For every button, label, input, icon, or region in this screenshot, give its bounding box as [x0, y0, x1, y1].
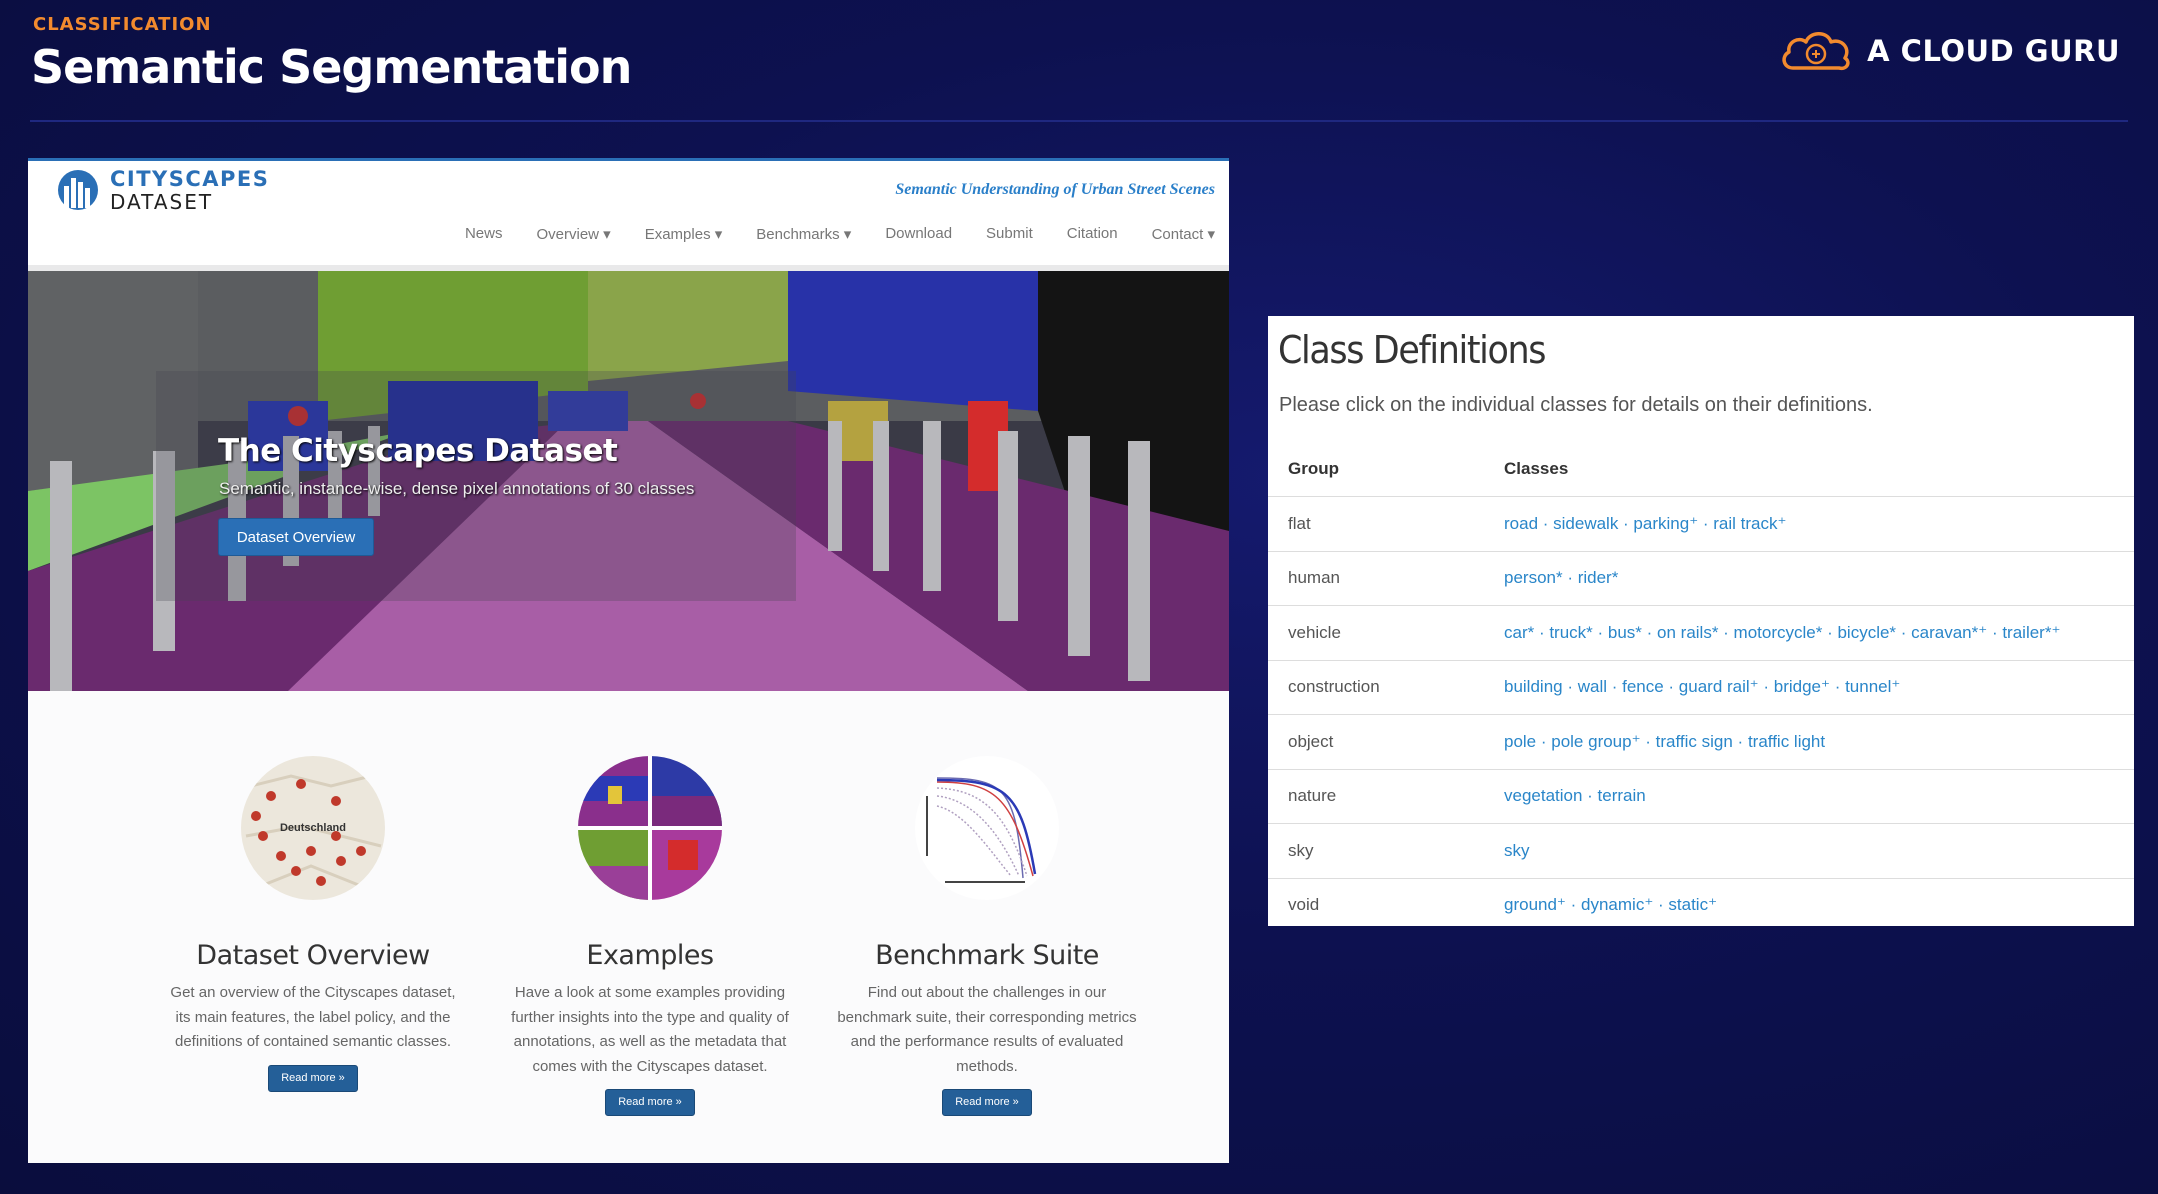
nav-news[interactable]: News [465, 225, 503, 243]
classes-cell[interactable]: road · sidewalk · parking⁺ · rail track⁺ [1504, 496, 2134, 551]
feature-examples: Examples Have a look at some examples pr… [490, 756, 810, 1116]
table-row: nature vegetation · terrain [1268, 768, 2134, 824]
feature-description: Get an overview of the Cityscapes datase… [170, 984, 456, 1050]
table-row: object pole · pole group⁺ · traffic sign … [1268, 714, 2134, 769]
class-definitions-panel: Class Definitions Please click on the in… [1268, 316, 2134, 932]
hero-banner: The Cityscapes Dataset Semantic, instanc… [28, 271, 1229, 691]
class-definitions-table: Group Classes flat road · sidewalk · park… [1268, 442, 2134, 932]
classes-cell[interactable]: ground⁺ · dynamic⁺ · static⁺ [1504, 877, 2134, 932]
table-row: construction building · wall · fence · gu… [1268, 659, 2134, 715]
classes-cell[interactable]: person* · rider* [1504, 550, 2134, 606]
site-nav: News Overview ▾ Examples ▾ Benchmarks ▾ … [465, 225, 1215, 243]
column-header-group: Group [1288, 459, 1339, 478]
benchmark-thumbnail[interactable] [915, 756, 1059, 900]
dataset-overview-button[interactable]: Dataset Overview [218, 518, 374, 556]
nav-overview[interactable]: Overview ▾ [536, 225, 610, 243]
feature-description: Have a look at some examples providing f… [511, 984, 789, 1075]
group-cell: void [1268, 877, 1504, 932]
table-row: flat road · sidewalk · parking⁺ · rail tr… [1268, 496, 2134, 551]
classes-cell[interactable]: sky [1504, 823, 2134, 878]
examples-thumbnail[interactable] [578, 756, 722, 900]
table-row: void ground⁺ · dynamic⁺ · static⁺ [1268, 877, 2134, 932]
nav-download[interactable]: Download [885, 225, 952, 243]
group-cell: object [1268, 714, 1504, 769]
logo-line-1: CITYSCAPES [110, 167, 270, 191]
map-label: Deutschland [279, 822, 346, 834]
site-header: CITYSCAPES DATASET Semantic Understandin… [28, 161, 1229, 271]
logo-line-2: DATASET [110, 190, 214, 214]
group-cell: human [1268, 550, 1504, 606]
feature-title: Examples [586, 940, 714, 971]
section-kicker: CLASSIFICATION [33, 14, 212, 35]
segmentation-grid-icon [578, 756, 722, 900]
hero-title: The Cityscapes Dataset [218, 433, 618, 469]
nav-examples[interactable]: Examples ▾ [645, 225, 723, 243]
table-header-row: Group Classes [1268, 442, 2134, 497]
cloud-brain-icon [1782, 32, 1850, 71]
read-more-button[interactable]: Read more » [268, 1064, 358, 1092]
group-cell: vehicle [1268, 605, 1504, 660]
cityscapes-logo-icon [58, 170, 98, 210]
nav-contact[interactable]: Contact ▾ [1152, 225, 1215, 243]
precision-curve-icon [915, 756, 1059, 900]
nav-submit[interactable]: Submit [986, 225, 1033, 243]
brand-logo: A CLOUD GURU [1779, 28, 2120, 74]
brand-name: A CLOUD GURU [1867, 34, 2120, 68]
column-header-classes: Classes [1504, 459, 1569, 478]
germany-map-thumbnail[interactable]: Deutschland [241, 756, 385, 900]
group-cell: construction [1268, 659, 1504, 715]
classes-cell[interactable]: building · wall · fence · guard rail⁺ · … [1504, 659, 2134, 715]
read-more-button[interactable]: Read more » [942, 1089, 1032, 1116]
read-more-button[interactable]: Read more » [605, 1089, 695, 1116]
feature-dataset-overview: Deutschland Dataset Overview Get an over… [153, 756, 473, 1092]
group-cell: flat [1268, 496, 1504, 551]
cityscapes-website: CITYSCAPES DATASET Semantic Understandin… [28, 158, 1229, 1163]
classes-cell[interactable]: vegetation · terrain [1504, 768, 2134, 824]
class-definitions-title: Class Definitions [1278, 328, 1547, 372]
group-cell: sky [1268, 823, 1504, 878]
feature-description: Find out about the challenges in our ben… [837, 984, 1137, 1075]
slide-title: Semantic Segmentation [31, 40, 632, 94]
classes-cell[interactable]: pole · pole group⁺ · traffic sign · traf… [1504, 714, 2134, 769]
feature-benchmark-suite: Benchmark Suite Find out about the chall… [827, 756, 1147, 1116]
class-definitions-subtitle: Please click on the individual classes f… [1279, 394, 1873, 416]
header-divider [30, 120, 2128, 122]
nav-benchmarks[interactable]: Benchmarks ▾ [756, 225, 851, 243]
feature-title: Benchmark Suite [875, 940, 1099, 971]
feature-title: Dataset Overview [196, 940, 430, 971]
table-row: human person* · rider* [1268, 550, 2134, 606]
site-tagline: Semantic Understanding of Urban Street S… [895, 181, 1215, 198]
nav-citation[interactable]: Citation [1067, 225, 1118, 243]
table-row: sky sky [1268, 823, 2134, 878]
site-logo[interactable]: CITYSCAPES DATASET [56, 167, 269, 213]
group-cell: nature [1268, 768, 1504, 824]
hero-subtitle: Semantic, instance-wise, dense pixel ann… [219, 479, 695, 498]
classes-cell[interactable]: car* · truck* · bus* · on rails* · motor… [1504, 605, 2134, 660]
table-row: vehicle car* · truck* · bus* · on rails* … [1268, 605, 2134, 660]
